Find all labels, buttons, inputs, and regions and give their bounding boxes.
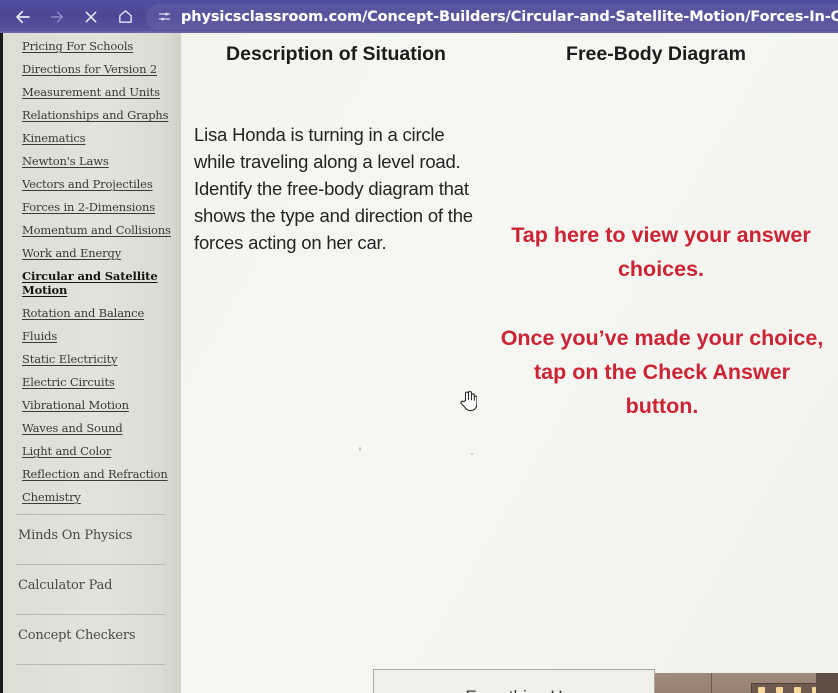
- sidebar-item-fluids[interactable]: Fluids: [22, 329, 171, 343]
- answer-panel-label: Everything H: [374, 687, 654, 693]
- situation-description-text: Lisa Honda is turning in a circle while …: [194, 124, 473, 253]
- check-answer-instruction-note: Once you’ve made your choice, tap on the…: [500, 326, 824, 418]
- forward-button[interactable]: [40, 3, 74, 31]
- back-arrow-icon: [14, 8, 32, 26]
- sidebar-sections: Minds On Physics Calculator Pad Concept Ch…: [0, 514, 181, 665]
- close-x-icon: [83, 9, 99, 25]
- sidebar-item-rotation-and-balance[interactable]: Rotation and Balance: [22, 306, 171, 320]
- photo-dark-edge: [816, 673, 838, 693]
- sidebar-section-minds-on-physics[interactable]: Minds On Physics: [0, 515, 181, 554]
- home-button[interactable]: [108, 3, 142, 31]
- sidebar-item-forces-in-2-dimensions[interactable]: Forces in 2-Dimensions: [22, 200, 171, 214]
- sidebar-item-directions-for-version-2[interactable]: Directions for Version 2: [22, 62, 171, 76]
- stop-reload-button[interactable]: [74, 3, 108, 31]
- sidebar-item-vibrational-motion[interactable]: Vibrational Motion: [22, 398, 171, 412]
- answer-choices-panel[interactable]: Everything H: [373, 669, 655, 693]
- sidebar-item-electric-circuits[interactable]: Electric Circuits: [22, 375, 171, 389]
- address-bar[interactable]: physicsclassroom.com/Concept-Builders/Ci…: [146, 3, 838, 30]
- paper-speck: [471, 453, 473, 455]
- sidebar-item-relationships-and-graphs[interactable]: Relationships and Graphs: [22, 108, 171, 122]
- browser-toolbar: physicsclassroom.com/Concept-Builders/Ci…: [0, 0, 838, 33]
- heading-description-of-situation: Description of Situation: [226, 43, 446, 65]
- url-text: physicsclassroom.com/Concept-Builders/Ci…: [181, 8, 838, 25]
- background-photo-strip: [655, 673, 838, 693]
- screen: physicsclassroom.com/Concept-Builders/Ci…: [0, 0, 838, 693]
- sidebar-item-static-electricity[interactable]: Static Electricity: [22, 352, 171, 366]
- page-content: Pricing For Schools Directions for Versio…: [0, 33, 838, 693]
- sidebar: Pricing For Schools Directions for Versio…: [0, 33, 181, 693]
- sidebar-item-pricing-for-schools[interactable]: Pricing For Schools: [22, 39, 171, 53]
- heading-free-body-diagram: Free-Body Diagram: [566, 43, 746, 65]
- sidebar-item-chemistry[interactable]: Chemistry: [22, 490, 171, 504]
- forward-arrow-icon: [49, 9, 65, 25]
- sidebar-section-concept-checkers[interactable]: Concept Checkers: [0, 615, 181, 654]
- main-content: Description of Situation Free-Body Diagr…: [181, 33, 838, 693]
- sidebar-item-measurement-and-units[interactable]: Measurement and Units: [22, 85, 171, 99]
- sidebar-item-kinematics[interactable]: Kinematics: [22, 131, 171, 145]
- sidebar-nav-list: Pricing For Schools Directions for Versio…: [0, 39, 181, 504]
- home-icon: [117, 8, 134, 25]
- sidebar-section-calculator-pad[interactable]: Calculator Pad: [0, 565, 181, 604]
- sidebar-item-newton-s-laws[interactable]: Newton's Laws: [22, 154, 171, 168]
- sidebar-item-reflection-and-refraction[interactable]: Reflection and Refraction: [22, 467, 171, 481]
- sidebar-item-work-and-energy[interactable]: Work and Energy: [22, 246, 171, 260]
- sidebar-item-momentum-and-collisions[interactable]: Momentum and Collisions: [22, 223, 171, 237]
- sidebar-item-waves-and-sound[interactable]: Waves and Sound: [22, 421, 171, 435]
- sidebar-item-light-and-color[interactable]: Light and Color: [22, 444, 171, 458]
- paper-speck: [359, 447, 361, 451]
- light-fixture-shape: [751, 683, 825, 693]
- tap-to-view-answer-choices-note[interactable]: Tap here to view your answer choices.: [493, 218, 829, 286]
- sidebar-divider: [16, 664, 165, 665]
- back-button[interactable]: [6, 3, 40, 31]
- sidebar-item-vectors-and-projectiles[interactable]: Vectors and Projectiles: [22, 177, 171, 191]
- sliders-settings-icon[interactable]: [154, 7, 174, 27]
- photo-seam: [711, 673, 712, 693]
- sidebar-item-circular-and-satellite-motion[interactable]: Circular and Satellite Motion: [22, 269, 171, 297]
